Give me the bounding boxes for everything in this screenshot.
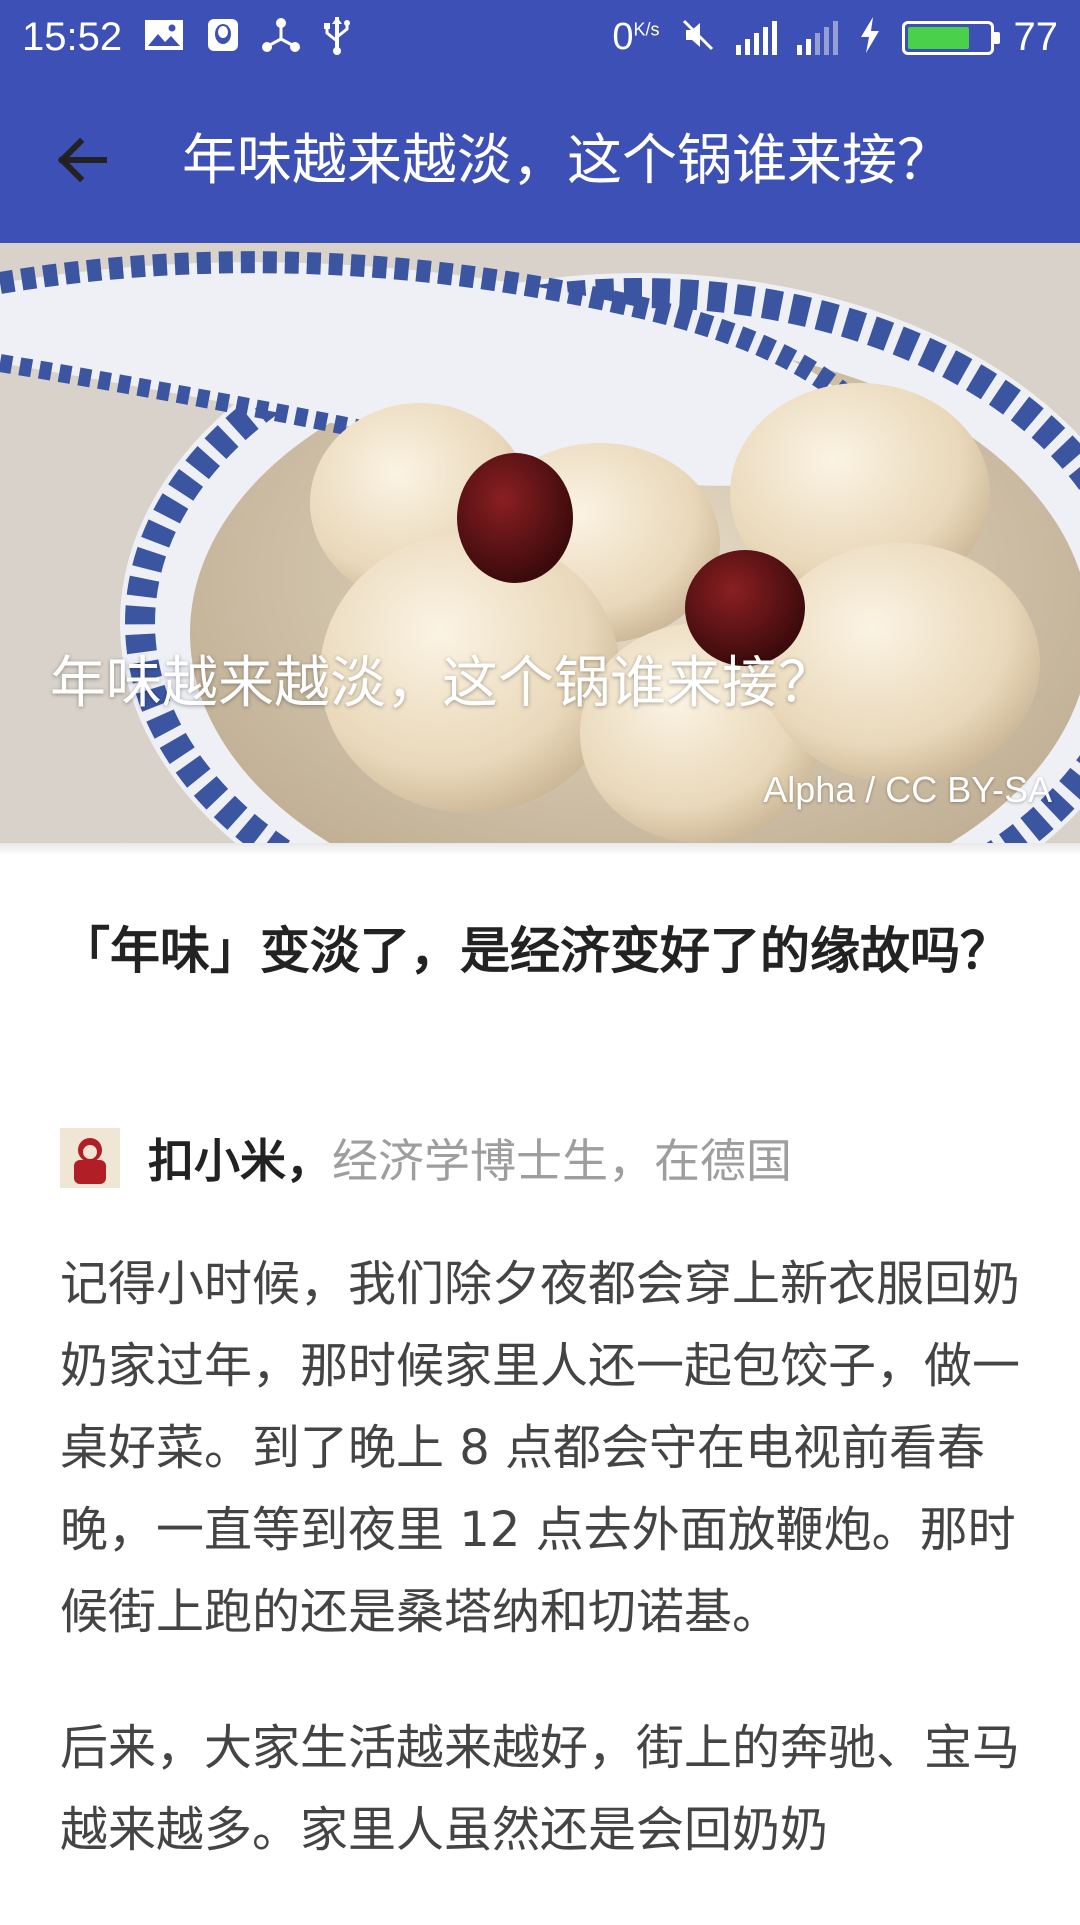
article-body: 记得小时候，我们除夕夜都会穿上新衣服回奶奶家过年，那时候家里人还一起包饺子，做一… [60,1243,1020,1925]
article-paragraph: 记得小时候，我们除夕夜都会穿上新衣服回奶奶家过年，那时候家里人还一起包饺子，做一… [60,1256,1021,1640]
usb-icon [322,15,352,60]
network-speed-unit: K/s [633,19,660,40]
charging-icon [858,16,882,59]
question-title: 「年味」变淡了，是经济变好了的缘故吗？ [60,922,1010,980]
image-icon [144,18,184,57]
network-speed: 0K/s [612,16,659,59]
tangyuan-bowl-illustration [0,243,1080,843]
battery-level: 77 [1013,15,1059,59]
hero-title: 年味越来越淡，这个锅谁来接？ [50,651,834,716]
qq-icon [206,17,240,58]
battery-icon [901,20,1000,55]
app-bar: 年味越来越淡，这个锅谁来接？ [0,75,1080,243]
network-speed-value: 0 [612,16,634,58]
status-time: 15:52 [22,15,123,59]
signal-strength-secondary-icon [796,20,838,55]
page-title: 年味越来越淡，这个锅谁来接？ [182,128,953,192]
author-line[interactable]: 扣小米， 经济学博士生，在德国 [60,1128,792,1188]
back-arrow-icon[interactable] [52,130,112,190]
image-credit: Alpha / CC BY-SA [763,769,1052,810]
article-paragraph: 后来，大家生活越来越好，街上的奔驰、宝马越来越多。家里人虽然还是会回奶奶 [60,1720,1021,1858]
share-hub-icon [262,17,301,58]
signal-strength-icon [735,20,777,55]
hero-divider [0,843,1080,855]
avatar[interactable] [60,1128,120,1188]
hero-image: 年味越来越淡，这个锅谁来接？ Alpha / CC BY-SA [0,243,1080,843]
status-bar: 15:52 0K/s 77 [0,0,1080,75]
battery-fill [907,26,970,49]
mute-icon [680,17,716,58]
author-bio: 经济学博士生，在德国 [332,1134,792,1188]
author-name[interactable]: 扣小米， [148,1125,332,1191]
